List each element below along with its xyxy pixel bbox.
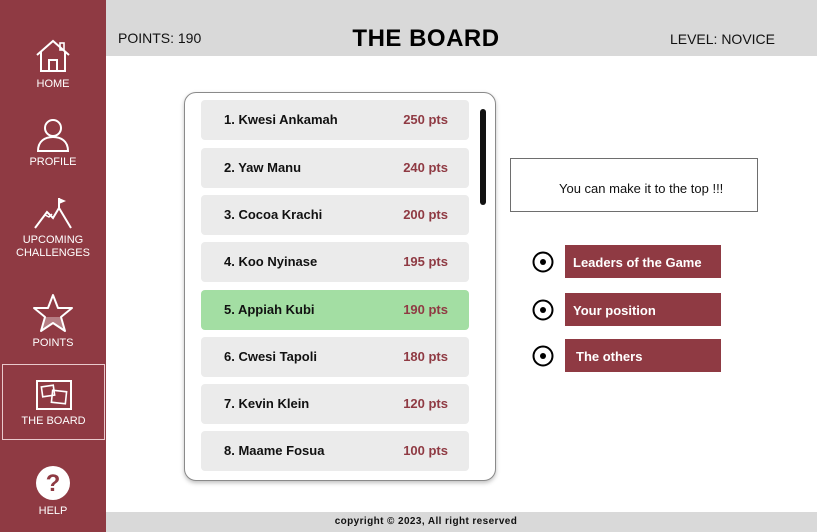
user-icon	[36, 119, 70, 152]
radio-icon[interactable]	[532, 345, 554, 367]
player-points: 180 pts	[403, 349, 448, 364]
player-name: 4. Koo Nyinase	[224, 254, 318, 269]
motivation-message: You can make it to the top !!!	[559, 181, 724, 196]
leaderboard-row[interactable]: 7. Kevin Klein 120 pts	[201, 384, 469, 424]
nav-home[interactable]: HOME	[0, 38, 106, 91]
nav-help[interactable]: ? HELP	[0, 465, 106, 518]
leaderboard-scrollbar[interactable]	[480, 109, 486, 205]
player-name: 1. Kwesi Ankamah	[224, 112, 338, 127]
nav-points[interactable]: POINTS	[0, 293, 106, 350]
option-your-position[interactable]: Your position	[532, 293, 722, 327]
leaderboard-row[interactable]: 6. Cwesi Tapoli 180 pts	[201, 337, 469, 377]
player-name: 6. Cwesi Tapoli	[224, 349, 317, 364]
leaderboard-row[interactable]: 3. Cocoa Krachi 200 pts	[201, 195, 469, 235]
footer: copyright © 2023, All right reserved	[106, 512, 817, 532]
nav-the-board[interactable]: THE BOARD	[2, 364, 105, 440]
leaderboard-panel[interactable]: 1. Kwesi Ankamah 250 pts 2. Yaw Manu 240…	[184, 92, 496, 481]
player-points: 100 pts	[403, 443, 448, 458]
leaderboard-row[interactable]: 2. Yaw Manu 240 pts	[201, 148, 469, 188]
star-icon	[33, 294, 73, 332]
nav-upcoming-challenges-label: UPCOMING CHALLENGES	[16, 234, 90, 259]
home-icon	[36, 39, 70, 72]
option-label[interactable]: The others	[565, 339, 721, 372]
nav-profile[interactable]: PROFILE	[0, 118, 106, 169]
leaderboard-row[interactable]: 4. Koo Nyinase 195 pts	[201, 242, 469, 282]
player-points: 200 pts	[403, 207, 448, 222]
player-points: 120 pts	[403, 396, 448, 411]
option-label[interactable]: Your position	[565, 293, 721, 326]
question-icon: ?	[36, 466, 70, 500]
option-leaders-of-the-game[interactable]: Leaders of the Game	[532, 245, 722, 279]
player-points: 195 pts	[403, 254, 448, 269]
board-icon	[35, 380, 72, 410]
page-title: THE BOARD	[352, 25, 500, 52]
level-indicator: LEVEL: NOVICE	[669, 31, 775, 47]
player-name: 2. Yaw Manu	[224, 160, 302, 175]
nav-upcoming-challenges[interactable]: UPCOMING CHALLENGES	[0, 196, 106, 260]
leaderboard-row[interactable]: 1. Kwesi Ankamah 250 pts	[201, 100, 469, 140]
svg-text:?: ?	[46, 470, 61, 497]
player-points: 190 pts	[403, 302, 448, 317]
player-name: 5. Appiah Kubi	[224, 302, 315, 317]
copyright-text: copyright © 2023, All right reserved	[334, 516, 518, 527]
nav-profile-label: PROFILE	[29, 156, 77, 168]
top-bar: POINTS: 190 THE BOARD LEVEL: NOVICE	[106, 0, 817, 56]
player-points: 250 pts	[403, 112, 448, 127]
leaderboard-row[interactable]: 8. Maame Fosua 100 pts	[201, 431, 469, 471]
motivation-message-box: You can make it to the top !!!	[510, 158, 758, 212]
nav-help-label: HELP	[38, 505, 68, 517]
nav-points-label: POINTS	[32, 337, 74, 349]
mountain-flag-icon	[34, 198, 72, 229]
leaderboard-row-current-user[interactable]: 5. Appiah Kubi 190 pts	[201, 290, 469, 330]
player-points: 240 pts	[403, 160, 448, 175]
option-label[interactable]: Leaders of the Game	[565, 245, 721, 278]
nav-home-label: HOME	[36, 78, 70, 90]
player-name: 8. Maame Fosua	[224, 443, 325, 458]
player-name: 7. Kevin Klein	[224, 396, 310, 411]
radio-icon[interactable]	[532, 251, 554, 273]
option-the-others[interactable]: The others	[532, 339, 722, 373]
player-name: 3. Cocoa Krachi	[224, 207, 323, 222]
radio-icon[interactable]	[532, 299, 554, 321]
nav-the-board-label: THE BOARD	[21, 415, 86, 427]
sidebar: HOME PROFILE UPCOMING CHALLENGES POINTS	[0, 0, 106, 532]
